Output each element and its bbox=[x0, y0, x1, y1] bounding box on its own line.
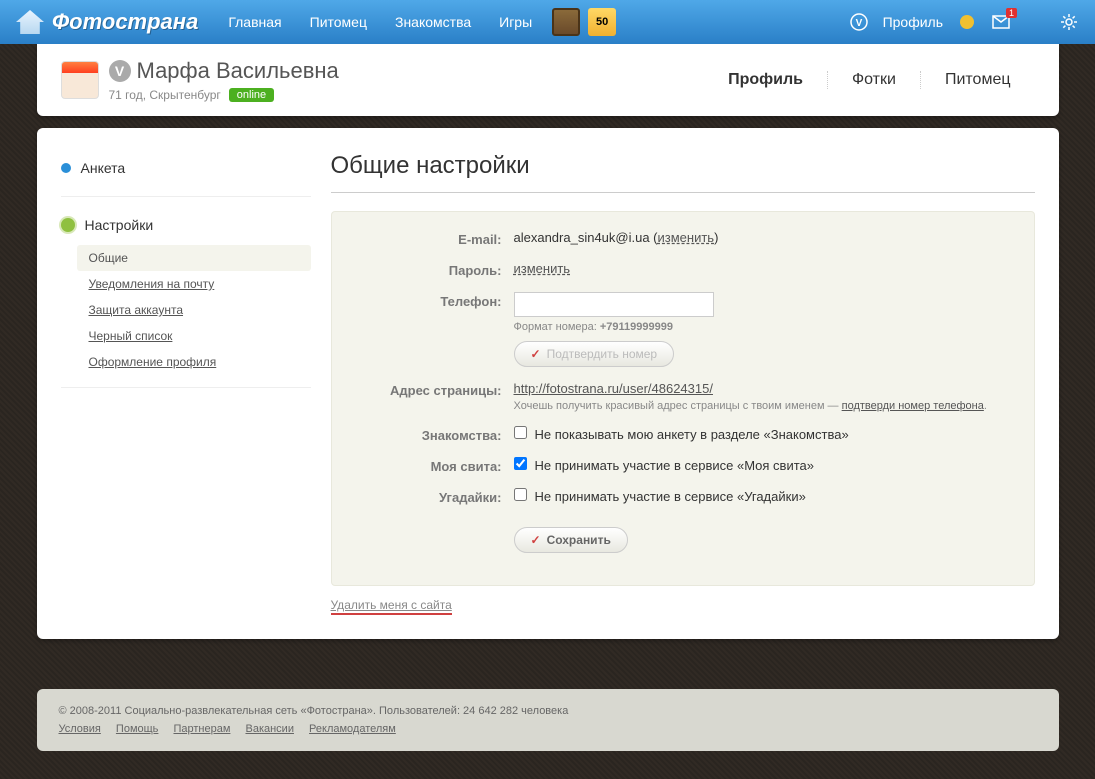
svg-text:V: V bbox=[855, 18, 862, 29]
phone-input[interactable] bbox=[514, 292, 714, 317]
delete-account-link[interactable]: Удалить меня с сайта bbox=[331, 598, 452, 615]
user-name-row: V Марфа Васильевна bbox=[109, 58, 339, 84]
online-badge: online bbox=[229, 88, 274, 102]
subnav-design[interactable]: Оформление профиля bbox=[77, 349, 311, 375]
dating-checkbox[interactable] bbox=[514, 426, 527, 439]
vip-icon[interactable]: V bbox=[849, 12, 869, 32]
footer-links: Условия Помощь Партнерам Вакансии Реклам… bbox=[59, 723, 1037, 735]
url-label: Адрес страницы: bbox=[352, 381, 502, 398]
confirm-phone-link[interactable]: подтверди номер телефона bbox=[842, 400, 984, 412]
gear-icon[interactable] bbox=[1059, 12, 1079, 32]
subnav-security[interactable]: Защита аккаунта bbox=[77, 297, 311, 323]
sidebar-item-label: Анкета bbox=[81, 160, 126, 176]
svita-text: Не принимать участие в сервисе «Моя свит… bbox=[535, 458, 815, 473]
subnav-general[interactable]: Общие bbox=[77, 245, 311, 271]
top-right-tools: V Профиль 1 bbox=[849, 12, 1079, 32]
svita-label: Моя свита: bbox=[352, 457, 502, 474]
window-icon[interactable] bbox=[552, 8, 580, 36]
sidebar-subnav: Общие Уведомления на почту Защита аккаун… bbox=[77, 245, 311, 375]
sidebar-item-label: Настройки bbox=[85, 217, 154, 233]
house-icon bbox=[16, 10, 44, 34]
profile-url[interactable]: http://fotostrana.ru/user/48624315/ bbox=[514, 381, 713, 396]
nav-home[interactable]: Главная bbox=[228, 14, 281, 30]
dating-label: Знакомства: bbox=[352, 426, 502, 443]
main-panel: Общие настройки E-mail: alexandra_sin4uk… bbox=[331, 152, 1035, 615]
content: Анкета Настройки Общие Уведомления на по… bbox=[37, 128, 1059, 639]
vip-badge-icon: V bbox=[109, 60, 131, 82]
sidebar: Анкета Настройки Общие Уведомления на по… bbox=[61, 152, 311, 615]
moon-icon[interactable] bbox=[1025, 12, 1045, 32]
user-name: Марфа Васильевна bbox=[137, 58, 339, 84]
user-sub-row: 71 год, Скрытенбург online bbox=[109, 88, 339, 102]
dating-text: Не показывать мою анкету в разделе «Знак… bbox=[535, 427, 849, 442]
user-age-city: 71 год, Скрытенбург bbox=[109, 88, 221, 102]
email-label: E-mail: bbox=[352, 230, 502, 247]
svita-checkbox[interactable] bbox=[514, 457, 527, 470]
phone-format-pre: Формат номера: bbox=[514, 321, 600, 333]
footer-copyright: © 2008-2011 Социально-развлекательная се… bbox=[59, 705, 1037, 717]
tab-profile[interactable]: Профиль bbox=[704, 71, 827, 89]
footer: © 2008-2011 Социально-развлекательная се… bbox=[37, 689, 1059, 751]
sidebar-item-anketa[interactable]: Анкета bbox=[61, 152, 311, 184]
dot-blue-icon bbox=[61, 163, 71, 173]
logo-text: Фотострана bbox=[52, 9, 198, 35]
profile-header: V Марфа Васильевна 71 год, Скрытенбург o… bbox=[37, 44, 1059, 116]
password-change-link[interactable]: изменить bbox=[514, 261, 571, 276]
nav-games[interactable]: Игры bbox=[499, 14, 532, 30]
dot-green-icon bbox=[61, 218, 75, 232]
top-game-icons: 50 bbox=[552, 8, 616, 36]
ugad-label: Угадайки: bbox=[352, 488, 502, 505]
subnav-blacklist[interactable]: Черный список bbox=[77, 323, 311, 349]
top-bar: Фотострана Главная Питомец Знакомства Иг… bbox=[0, 0, 1095, 44]
divider bbox=[61, 196, 311, 197]
phone-format: +79119999999 bbox=[600, 321, 673, 333]
ugad-text: Не принимать участие в сервисе «Угадайки… bbox=[535, 489, 806, 504]
settings-form: E-mail: alexandra_sin4uk@i.ua (изменить)… bbox=[331, 211, 1035, 586]
coin-icon[interactable] bbox=[957, 12, 977, 32]
footer-jobs[interactable]: Вакансии bbox=[245, 723, 294, 735]
tab-pet[interactable]: Питомец bbox=[920, 71, 1035, 89]
mail-count: 1 bbox=[1006, 8, 1017, 18]
logo[interactable]: Фотострана bbox=[16, 9, 198, 35]
tab-photos[interactable]: Фотки bbox=[827, 71, 920, 89]
footer-partners[interactable]: Партнерам bbox=[173, 723, 230, 735]
save-button[interactable]: ✓Сохранить bbox=[514, 527, 628, 553]
footer-help[interactable]: Помощь bbox=[116, 723, 159, 735]
avatar[interactable] bbox=[61, 61, 99, 99]
nav-pet[interactable]: Питомец bbox=[310, 14, 367, 30]
check-icon: ✓ bbox=[531, 533, 541, 547]
footer-ads[interactable]: Рекламодателям bbox=[309, 723, 396, 735]
phone-label: Телефон: bbox=[352, 292, 502, 309]
url-hint: Хочешь получить красивый адрес страницы … bbox=[514, 400, 842, 412]
main-nav: Главная Питомец Знакомства Игры bbox=[228, 14, 532, 30]
profile-link[interactable]: Профиль bbox=[883, 14, 943, 30]
subnav-notifications[interactable]: Уведомления на почту bbox=[77, 271, 311, 297]
nav-dating[interactable]: Знакомства bbox=[395, 14, 471, 30]
email-value: alexandra_sin4uk@i.ua bbox=[514, 230, 650, 245]
password-label: Пароль: bbox=[352, 261, 502, 278]
mail-icon[interactable]: 1 bbox=[991, 12, 1011, 32]
page-title: Общие настройки bbox=[331, 152, 1035, 193]
badge-50-icon[interactable]: 50 bbox=[588, 8, 616, 36]
profile-tabs: Профиль Фотки Питомец bbox=[704, 71, 1034, 89]
ugad-checkbox[interactable] bbox=[514, 488, 527, 501]
check-icon: ✓ bbox=[531, 347, 541, 361]
sidebar-item-settings[interactable]: Настройки bbox=[61, 209, 311, 241]
divider bbox=[61, 387, 311, 388]
confirm-phone-button[interactable]: ✓Подтвердить номер bbox=[514, 341, 675, 367]
email-change-link[interactable]: изменить bbox=[658, 230, 715, 245]
footer-terms[interactable]: Условия bbox=[59, 723, 101, 735]
